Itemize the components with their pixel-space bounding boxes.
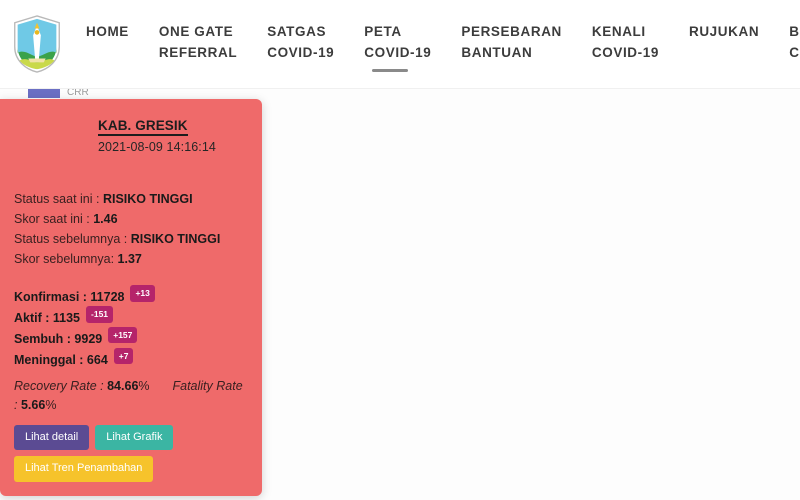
legend-swatch-crr — [28, 89, 60, 98]
statistics-block: Konfirmasi : 11728 +13 Aktif : 1135 -151… — [0, 285, 262, 369]
rates-block: Recovery Rate : 84.66% Fatality Rate : 5… — [0, 377, 262, 416]
nav-item-peta-covid-19[interactable]: PETA COVID-19 — [364, 14, 431, 72]
recovery-rate-value: 84.66 — [107, 378, 139, 393]
region-info-popup[interactable]: KAB. GRESIK 2021-08-09 14:16:14 Status s… — [0, 99, 262, 496]
delta-badge-aktif: -151 — [86, 306, 114, 323]
delta-badge-meninggal: +7 — [113, 347, 134, 365]
recovery-rate-label: Recovery Rate : — [14, 378, 104, 393]
nav-link-satgas-covid-19[interactable]: SATGAS COVID-19 — [267, 22, 334, 64]
site-header: HOME ONE GATE REFERRAL SATGAS COVID-19 PET… — [0, 0, 800, 78]
nav-link-home[interactable]: HOME — [86, 22, 129, 43]
score-previous-value: 1.37 — [117, 252, 142, 266]
nav-link-persebaran-bantuan[interactable]: PERSEBARAN BANTUAN — [461, 22, 562, 64]
stat-label-sembuh: Sembuh : 9929 — [14, 331, 103, 346]
recovery-rate-unit: % — [138, 378, 150, 393]
score-current-row: Skor saat ini : 1.46 — [14, 210, 248, 229]
nav-item-satgas-covid-19[interactable]: SATGAS COVID-19 — [267, 14, 334, 64]
stat-label-konfirmasi: Konfirmasi : 11728 — [14, 290, 125, 304]
stat-label-aktif: Aktif : 1135 — [14, 310, 81, 325]
status-previous-label: Status sebelumnya : — [14, 232, 128, 246]
score-current-value: 1.46 — [93, 212, 118, 226]
stat-label-meninggal: Meninggal : 664 — [14, 352, 108, 367]
nav-item-rujukan[interactable]: RUJUKAN — [689, 14, 759, 43]
nav-link-one-gate-referral[interactable]: ONE GATE REFERRAL — [159, 22, 237, 64]
nav-item-persebaran-bantuan[interactable]: PERSEBARAN BANTUAN — [461, 14, 562, 64]
status-block: Status saat ini : RISIKO TINGGI Skor saa… — [0, 190, 262, 269]
popup-button-row-secondary: Lihat Tren Penambahan — [0, 450, 262, 482]
map-content-panel[interactable]: CRR CFR 2021-08-09 KAB. GRES — [0, 88, 800, 500]
data-timestamp: 2021-08-09 14:16:14 — [98, 140, 216, 154]
stat-row-aktif: Aktif : 1135 -151 — [14, 306, 248, 327]
nav-link-rujukan[interactable]: RUJUKAN — [689, 22, 759, 43]
legend-label-crr: CRR — [67, 89, 89, 98]
page-body: CRR CFR 2021-08-09 KAB. GRES — [0, 78, 800, 500]
nav-item-home[interactable]: HOME — [86, 14, 129, 43]
score-current-label: Skor saat ini : — [14, 212, 90, 226]
nav-item-berita-covid-19[interactable]: BERITACOVID-19 — [789, 14, 800, 64]
popup-button-row-primary: Lihat detail Lihat Grafik — [0, 415, 262, 451]
status-previous-value: RISIKO TINGGI — [130, 232, 221, 246]
main-navigation: HOME ONE GATE REFERRAL SATGAS COVID-19 PET… — [86, 14, 800, 72]
nav-item-one-gate-referral[interactable]: ONE GATE REFERRAL — [159, 14, 237, 64]
nav-link-kenali-covid-19[interactable]: KENALI COVID-19 — [592, 22, 659, 64]
lihat-tren-penambahan-button[interactable]: Lihat Tren Penambahan — [14, 456, 154, 482]
nav-item-kenali-covid-19[interactable]: KENALI COVID-19 — [592, 14, 659, 64]
fatality-rate-unit: % — [45, 397, 57, 412]
east-java-province-emblem-logo[interactable] — [10, 14, 64, 74]
score-previous-row: Skor sebelumnya: 1.37 — [14, 250, 248, 269]
stat-row-konfirmasi: Konfirmasi : 11728 +13 — [14, 285, 248, 306]
lihat-grafik-button[interactable]: Lihat Grafik — [95, 425, 174, 451]
nav-link-peta-covid-19[interactable]: PETA COVID-19 — [364, 22, 431, 64]
stat-row-meninggal: Meninggal : 664 +7 — [14, 347, 248, 369]
status-current-row: Status saat ini : RISIKO TINGGI — [14, 190, 248, 209]
fatality-rate-value: 5.66 — [20, 397, 46, 412]
status-previous-row: Status sebelumnya : RISIKO TINGGI — [14, 230, 248, 249]
popup-header: KAB. GRESIK 2021-08-09 14:16:14 — [84, 99, 262, 154]
region-name-link[interactable]: KAB. GRESIK — [98, 118, 188, 136]
delta-badge-konfirmasi: +13 — [130, 285, 155, 302]
status-current-label: Status saat ini : — [14, 192, 100, 206]
lihat-detail-button[interactable]: Lihat detail — [14, 425, 90, 451]
chart-legend-crr: CRR — [28, 89, 89, 98]
nav-link-berita-covid-19[interactable]: BERITACOVID-19 — [789, 22, 800, 64]
delta-badge-sembuh: +157 — [108, 326, 138, 344]
status-current-value: RISIKO TINGGI — [102, 192, 193, 206]
score-previous-label: Skor sebelumnya: — [14, 252, 115, 266]
stat-row-sembuh: Sembuh : 9929 +157 — [14, 326, 248, 348]
active-tab-indicator — [372, 68, 409, 72]
